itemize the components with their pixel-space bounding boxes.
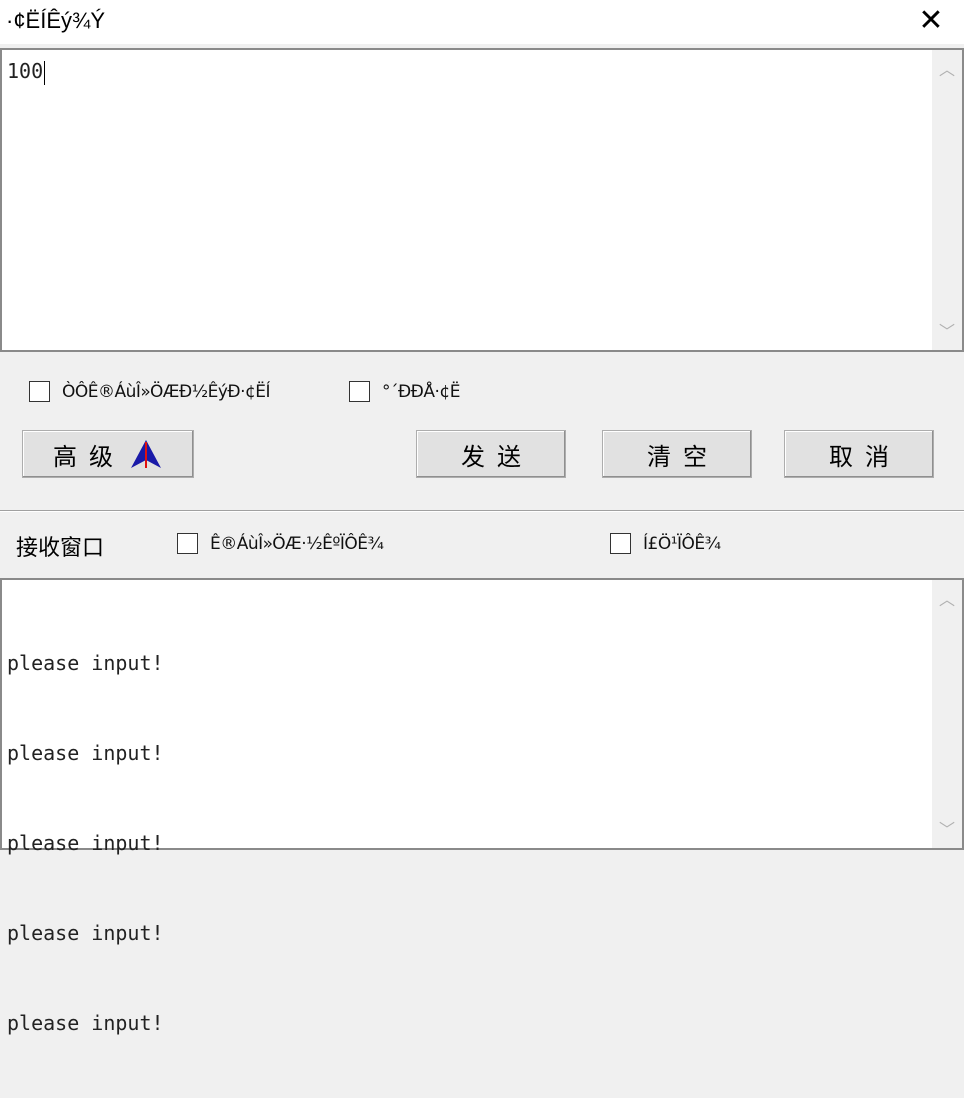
chevron-up-icon[interactable]: ︿: [932, 586, 962, 614]
hex-send-label: ÒÔÊ®ÁùÎ»ÖÆÐ½ÊýÐ·¢ËÍ: [62, 381, 271, 402]
divider: [0, 510, 964, 512]
hex-send-checkbox[interactable]: ÒÔÊ®ÁùÎ»ÖÆÐ½ÊýÐ·¢ËÍ: [29, 381, 271, 402]
send-scrollbar[interactable]: ︿ ﹀: [932, 50, 962, 350]
checkbox-box[interactable]: [610, 533, 631, 554]
window-title: ·¢ËÍÊý¾Ý: [6, 8, 106, 33]
receive-line: please input!: [7, 1011, 164, 1035]
receive-line: please input!: [7, 921, 164, 945]
title-bar: ·¢ËÍÊý¾Ý ✕: [0, 0, 964, 44]
advanced-button[interactable]: 高级: [22, 430, 194, 478]
cancel-button-label: 取消: [829, 442, 901, 471]
send-button[interactable]: 发送: [416, 430, 566, 478]
receive-window-label: 接收窗口: [16, 536, 105, 561]
checkbox-box[interactable]: [177, 533, 198, 554]
clear-button[interactable]: 清空: [602, 430, 752, 478]
receive-line: please input!: [7, 831, 164, 855]
send-textarea[interactable]: 100 ︿ ﹀: [0, 48, 964, 352]
stop-display-checkbox[interactable]: Í£Ö¹ÏÔÊ¾: [610, 533, 721, 554]
hex-display-label: Ê®ÁùÎ»ÖÆ·½ÊºÏÔÊ¾: [210, 533, 384, 554]
clear-button-label: 清空: [647, 442, 719, 471]
advanced-button-label: 高级: [53, 442, 125, 471]
stop-display-label: Í£Ö¹ÏÔÊ¾: [643, 533, 721, 554]
line-send-checkbox[interactable]: °´ÐÐÅ·¢Ë: [349, 381, 460, 402]
cancel-button[interactable]: 取消: [784, 430, 934, 478]
receive-line: please input!: [7, 741, 164, 765]
checkbox-box[interactable]: [29, 381, 50, 402]
send-text-value: 100: [7, 59, 44, 83]
line-send-label: °´ÐÐÅ·¢Ë: [382, 381, 460, 402]
receive-scrollbar[interactable]: ︿ ﹀: [932, 580, 962, 848]
receive-textarea[interactable]: please input! please input! please input…: [0, 578, 964, 1035]
close-icon[interactable]: ✕: [906, 0, 956, 44]
hex-display-checkbox[interactable]: Ê®ÁùÎ»ÖÆ·½ÊºÏÔÊ¾: [177, 533, 384, 554]
checkbox-box[interactable]: [349, 381, 370, 402]
text-caret: [44, 60, 46, 85]
receive-line: please input!: [7, 651, 164, 675]
chevron-down-icon[interactable]: ﹀: [932, 318, 962, 346]
send-button-label: 发送: [461, 442, 533, 471]
chevron-down-icon[interactable]: ﹀: [932, 816, 962, 844]
double-arrow-up-icon: [129, 438, 163, 470]
chevron-up-icon[interactable]: ︿: [932, 56, 962, 84]
